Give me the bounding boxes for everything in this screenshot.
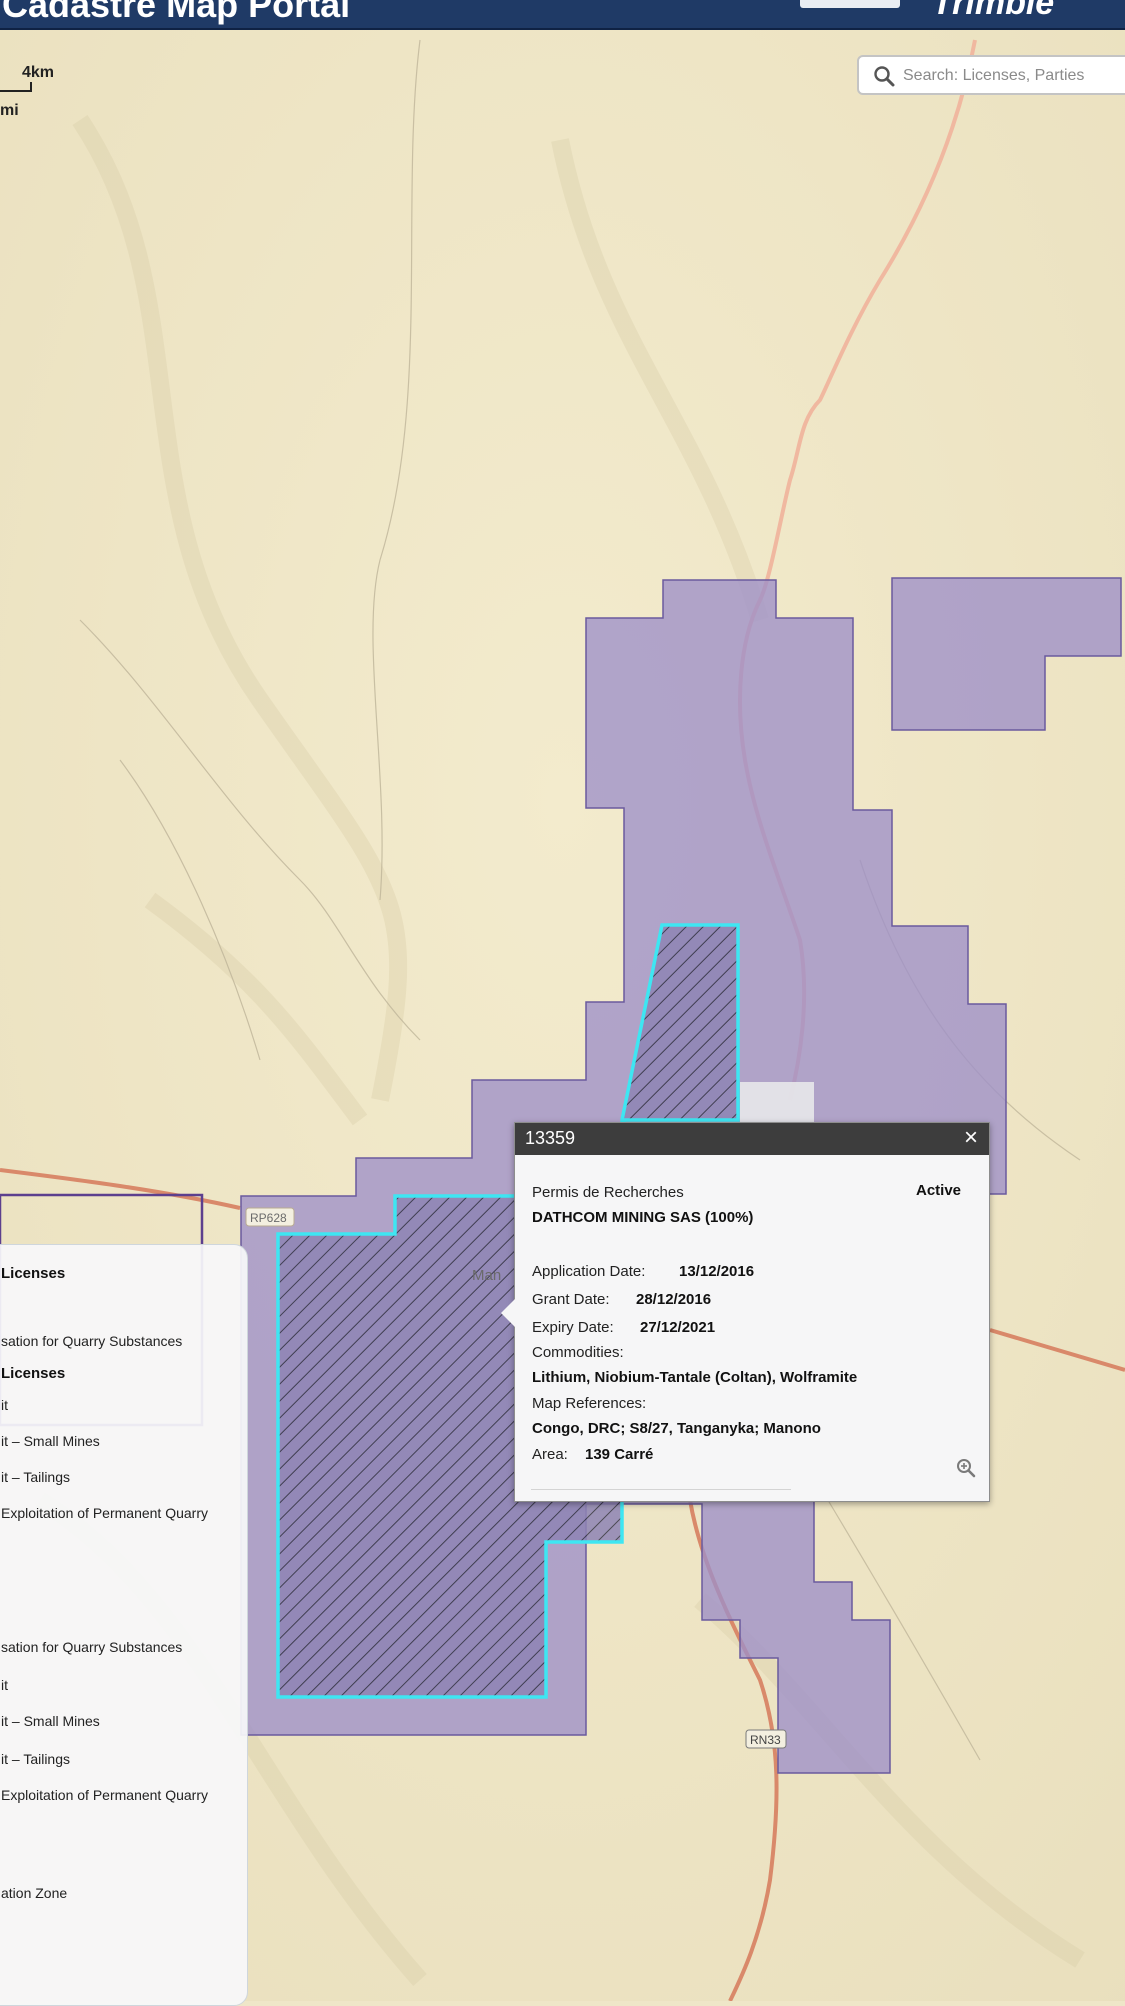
legend-item[interactable]: sation for Quarry Substances [1,1333,182,1349]
legend-section-title: Licenses [1,1265,66,1282]
place-label-manono: Man [472,1267,501,1284]
scale-mi-label: mi [0,102,19,119]
svg-text:RP628: RP628 [250,1211,287,1225]
legend-item[interactable]: ation Zone [1,1885,67,1901]
close-icon[interactable]: × [959,1125,983,1151]
legend-item[interactable]: it – Small Mines [1,1433,100,1449]
scale-bar [0,82,32,92]
trimble-logo: Trimble [932,0,1055,22]
commodities-label: Commodities: [532,1344,624,1361]
license-type: Permis de Recherches [532,1184,684,1201]
road-shield-rn33: RN33 [745,1729,787,1749]
legend-item[interactable]: sation for Quarry Substances [1,1639,182,1655]
search-input[interactable] [901,63,1125,89]
map-references-value: Congo, DRC; S8/27, Tanganyka; Manono [532,1420,821,1437]
status-badge: Active [916,1182,962,1199]
app-title: Cadastre Map Portal [2,0,351,25]
license-holder: DATHCOM MINING SAS (100%) [532,1209,754,1226]
legend-item[interactable]: it [1,1397,8,1413]
area-label: Area: [532,1446,568,1463]
unlicensed-gap [740,1082,814,1122]
search-icon [874,66,895,87]
app-header: Cadastre Map Portal Trimble [0,0,1125,30]
application-date-value: 13/12/2016 [679,1263,755,1280]
scale-km-label: 4km [22,64,55,81]
commodities-value: Lithium, Niobium-Tantale (Coltan), Wolfr… [532,1369,858,1386]
search-box[interactable] [857,55,1125,95]
application-date-label: Application Date: [532,1263,646,1280]
grant-date-label: Grant Date: [532,1291,610,1308]
legend-panel[interactable]: Licenses sation for Quarry Substances Li… [0,1244,248,2006]
popup-license-id: 13359 [525,1128,576,1148]
expiry-date-value: 27/12/2021 [640,1319,716,1336]
area-value: 139 Carré [585,1446,654,1463]
legend-item[interactable]: Exploitation of Permanent Quarry [1,1505,208,1521]
zoom-to-icon[interactable] [955,1457,977,1479]
svg-text:RN33: RN33 [750,1733,781,1747]
legend-item[interactable]: it – Small Mines [1,1713,100,1729]
map-references-label: Map References: [532,1395,647,1412]
legend-item[interactable]: it [1,1677,8,1693]
grant-date-value: 28/12/2016 [636,1291,712,1308]
road-shield-rp628: RP628 [245,1207,295,1227]
login-button[interactable] [800,0,900,8]
popup-divider [531,1489,791,1490]
legend-section-title: Licenses [1,1365,66,1382]
legend-item[interactable]: Exploitation of Permanent Quarry [1,1787,208,1803]
popup-pointer [501,1299,515,1327]
legend-item[interactable]: it – Tailings [1,1469,70,1485]
popup-titlebar: 13359 × [515,1123,989,1155]
legend-item[interactable]: it – Tailings [1,1751,70,1767]
license-popup[interactable]: 13359 × Permis de Recherches Active DATH… [501,1122,990,1502]
expiry-date-label: Expiry Date: [532,1319,614,1336]
